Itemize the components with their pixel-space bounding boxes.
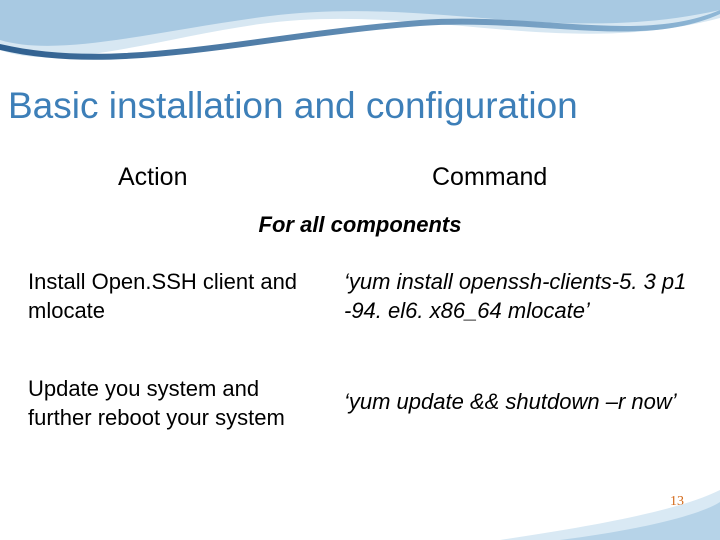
row-command: ‘yum install openssh-clients-5. 3 p1 -94…	[344, 268, 714, 325]
slide-title: Basic installation and configuration	[8, 86, 712, 127]
header-wave-decoration	[0, 0, 720, 90]
section-heading: For all components	[0, 212, 720, 238]
column-header-action: Action	[118, 163, 187, 192]
footer-wave-decoration	[0, 480, 720, 540]
column-header-command: Command	[432, 163, 547, 192]
row-action: Update you system and further reboot you…	[28, 375, 328, 432]
row-command: ‘yum update && shutdown –r now’	[344, 388, 716, 416]
row-action: Install Open.SSH client and mlocate	[28, 268, 328, 325]
page-number: 13	[670, 494, 684, 510]
slide: Basic installation and configuration Act…	[0, 0, 720, 540]
